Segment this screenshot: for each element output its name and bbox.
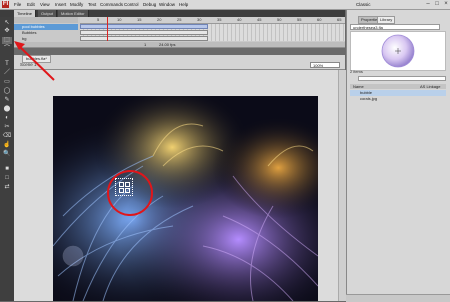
layer-name: pool bubbles [22, 24, 45, 29]
menu-window[interactable]: Window [159, 1, 175, 8]
ruler-number: 65 [337, 17, 342, 22]
library-item-label: bubble [360, 90, 373, 95]
ruler-number: 25 [177, 17, 182, 22]
menu-edit[interactable]: Edit [27, 1, 35, 8]
edit-bar [14, 55, 345, 70]
swap-colors-icon[interactable]: ⇄ [2, 184, 12, 191]
eraser-tool-icon[interactable]: ⌫ [2, 133, 12, 140]
library-preview [350, 31, 446, 71]
timeline-controls: 1 24.00 fps [14, 42, 345, 47]
menu-help[interactable]: Help [179, 1, 188, 8]
close-button[interactable]: × [442, 1, 450, 7]
tab-motion-editor[interactable]: Motion Editor [58, 10, 89, 17]
library-item-corals[interactable]: corals.jpg [350, 96, 446, 102]
line-tool-icon[interactable]: ／ [2, 70, 12, 77]
tab-timeline[interactable]: Timeline [14, 10, 36, 17]
ruler-number: 50 [277, 17, 282, 22]
tools-panel [0, 17, 14, 301]
flash-logo: Fl [2, 1, 9, 8]
free-transform-tool-icon[interactable]: ⬚ [2, 37, 12, 44]
menu-commands[interactable]: Commands [100, 1, 123, 8]
ruler-number: 30 [197, 17, 202, 22]
zoom-select[interactable]: 100% [310, 62, 340, 68]
oval-tool-icon[interactable]: ◯ [2, 88, 12, 95]
lasso-tool-icon[interactable]: ⌒ [2, 46, 12, 53]
frame-span[interactable] [80, 30, 208, 35]
tab-library[interactable]: Library [377, 16, 396, 24]
ruler-number: 10 [117, 17, 122, 22]
menu-debug[interactable]: Debug [143, 1, 156, 8]
paint-bucket-tool-icon[interactable]: ◐ [2, 115, 12, 122]
menu-modify[interactable]: Modify [70, 1, 83, 8]
layer-header [14, 17, 78, 23]
text-tool-icon[interactable]: T [2, 61, 12, 68]
ruler-number: 45 [257, 17, 262, 22]
zoom-tool-icon[interactable]: 🔍 [2, 151, 12, 158]
hand-tool-icon[interactable]: ☝ [2, 142, 12, 149]
coral-anemone-photo [53, 96, 318, 301]
menu-control[interactable]: Control [124, 1, 139, 8]
ruler-number: 60 [317, 17, 322, 22]
bubble-preview-icon [381, 34, 415, 68]
fill-color-icon[interactable]: □ [2, 175, 12, 182]
library-search-input[interactable] [358, 76, 446, 81]
current-frame: 1 [144, 42, 147, 47]
layer-name: bg [22, 36, 27, 41]
ruler-number: 15 [137, 17, 142, 22]
pencil-tool-icon[interactable]: ✎ [2, 97, 12, 104]
playhead[interactable] [107, 17, 108, 41]
column-linkage[interactable]: AS Linkage [420, 84, 440, 89]
subselection-tool-icon[interactable]: ✥ [2, 28, 12, 35]
menu-file[interactable]: File [14, 1, 21, 8]
frame-span[interactable] [80, 36, 208, 41]
ruler-number: 5 [97, 17, 100, 22]
menu-insert[interactable]: Insert [55, 1, 66, 8]
library-column-header: Name AS Linkage [350, 84, 446, 89]
selection-tool-icon[interactable]: ↖ [2, 20, 12, 27]
frame-rate: 24.00 fps [159, 42, 176, 47]
library-document-select[interactable]: underthesea3.fla [350, 24, 440, 30]
scissors-icon[interactable]: ✂ [2, 124, 12, 131]
ruler-number: 40 [237, 17, 242, 22]
workspace-switcher[interactable]: Classic [356, 1, 371, 8]
vertical-scrollbar[interactable] [338, 70, 346, 301]
minimize-button[interactable]: – [424, 1, 432, 7]
menu-view[interactable]: View [40, 1, 50, 8]
stroke-color-icon[interactable]: ■ [2, 166, 12, 173]
maximize-button[interactable]: □ [433, 1, 441, 7]
library-item-count: 2 items [350, 69, 363, 74]
ruler-number: 20 [157, 17, 162, 22]
rectangle-tool-icon[interactable]: ▭ [2, 79, 12, 86]
ruler-number: 55 [297, 17, 302, 22]
menu-bar [0, 0, 450, 10]
ruler-number: 35 [217, 17, 222, 22]
tab-output[interactable]: Output [38, 10, 58, 17]
library-item-label: corals.jpg [360, 96, 378, 101]
column-name[interactable]: Name [353, 84, 364, 89]
scene-label[interactable]: Scene 1 [20, 62, 37, 68]
frame-span[interactable] [80, 24, 208, 29]
stage-canvas[interactable] [53, 96, 318, 301]
layer-name: Bubbles [22, 30, 37, 35]
menu-text[interactable]: Text [88, 1, 96, 8]
highlight-circle [107, 170, 153, 216]
brush-tool-icon[interactable]: ⬤ [2, 106, 12, 113]
